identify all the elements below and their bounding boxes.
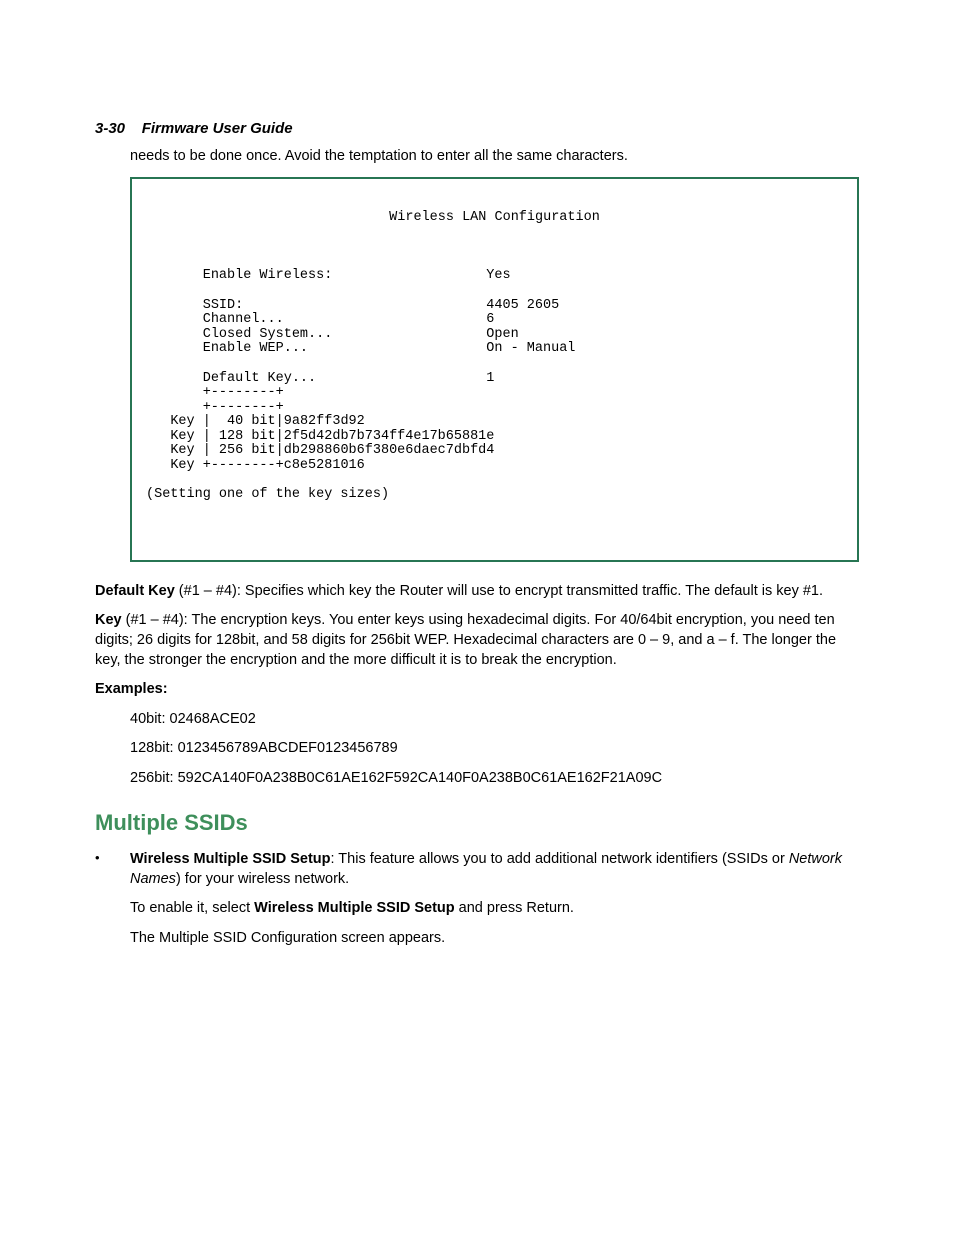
row-closed-system-value: Open	[486, 327, 518, 342]
row-default-key-value: 1	[486, 371, 494, 386]
doc-title: Firmware User Guide	[142, 120, 293, 137]
row-default-key-label: Default Key...	[203, 371, 316, 386]
examples-heading: Examples:	[95, 680, 859, 700]
follow-para-2: The Multiple SSID Configuration screen a…	[130, 929, 859, 949]
key4-prefix: Key +--------+	[170, 458, 283, 473]
key1-prefix: Key |	[170, 414, 211, 429]
key2-bits: 128 bit	[211, 429, 276, 444]
page: 3-30 Firmware User Guide needs to be don…	[0, 0, 954, 1235]
terminal-screenshot: Wireless LAN Configuration Enable Wirele…	[130, 177, 859, 562]
running-header: 3-30 Firmware User Guide	[95, 120, 859, 137]
terminal-footer: (Setting one of the key sizes)	[146, 487, 389, 502]
example-40bit: 40bit: 02468ACE02	[130, 710, 859, 730]
row-enable-wireless-value: Yes	[486, 268, 510, 283]
row-ssid-label: SSID:	[203, 298, 244, 313]
key3-prefix: Key |	[170, 443, 211, 458]
example-256bit: 256bit: 592CA140F0A238B0C61AE162F592CA14…	[130, 769, 859, 789]
row-channel-value: 6	[486, 312, 494, 327]
page-number: 3-30	[95, 120, 125, 137]
follow-para-1: To enable it, select Wireless Multiple S…	[130, 899, 859, 919]
key-text: (#1 – #4): The encryption keys. You ente…	[95, 612, 836, 667]
follow1b: Wireless Multiple SSID Setup	[254, 900, 455, 916]
row-enable-wep-value: On - Manual	[486, 341, 575, 356]
key3-val: db298860b6f380e6daec7dbfd4	[284, 443, 495, 458]
key2-prefix: Key |	[170, 429, 211, 444]
key3-bits: 256 bit	[211, 443, 276, 458]
key-paragraph: Key (#1 – #4): The encryption keys. You …	[95, 611, 859, 670]
default-key-paragraph: Default Key (#1 – #4): Specifies which k…	[95, 582, 859, 602]
example-128bit: 128bit: 0123456789ABCDEF0123456789	[130, 739, 859, 759]
default-key-bold: Default Key	[95, 583, 175, 599]
default-key-text: (#1 – #4): Specifies which key the Route…	[175, 583, 823, 599]
row-enable-wep-label: Enable WEP...	[203, 341, 308, 356]
key1-bits: 40 bit	[211, 414, 276, 429]
bullet-item: • Wireless Multiple SSID Setup: This fea…	[95, 850, 859, 889]
intro-paragraph: needs to be done once. Avoid the temptat…	[130, 147, 859, 167]
key2-val: 2f5d42db7b734ff4e17b65881e	[284, 429, 495, 444]
terminal-title: Wireless LAN Configuration	[146, 211, 843, 226]
follow1c: and press Return.	[455, 900, 574, 916]
row-channel-label: Channel...	[203, 312, 284, 327]
section-heading-multiple-ssids: Multiple SSIDs	[95, 810, 859, 836]
bullet-marker: •	[95, 850, 130, 889]
follow1a: To enable it, select	[130, 900, 254, 916]
bullet-tail: ) for your wireless network.	[176, 871, 349, 887]
bullet-lead-rest: : This feature allows you to add additio…	[331, 851, 789, 867]
row-enable-wireless-label: Enable Wireless:	[203, 268, 333, 283]
key-bold: Key	[95, 612, 122, 628]
row-closed-system-label: Closed System...	[203, 327, 333, 342]
key1-val: 9a82ff3d92	[284, 414, 365, 429]
row-ssid-value: 4405 2605	[486, 298, 559, 313]
bullet-text: Wireless Multiple SSID Setup: This featu…	[130, 850, 859, 889]
bullet-lead-bold: Wireless Multiple SSID Setup	[130, 851, 331, 867]
key4-val: c8e5281016	[284, 458, 365, 473]
